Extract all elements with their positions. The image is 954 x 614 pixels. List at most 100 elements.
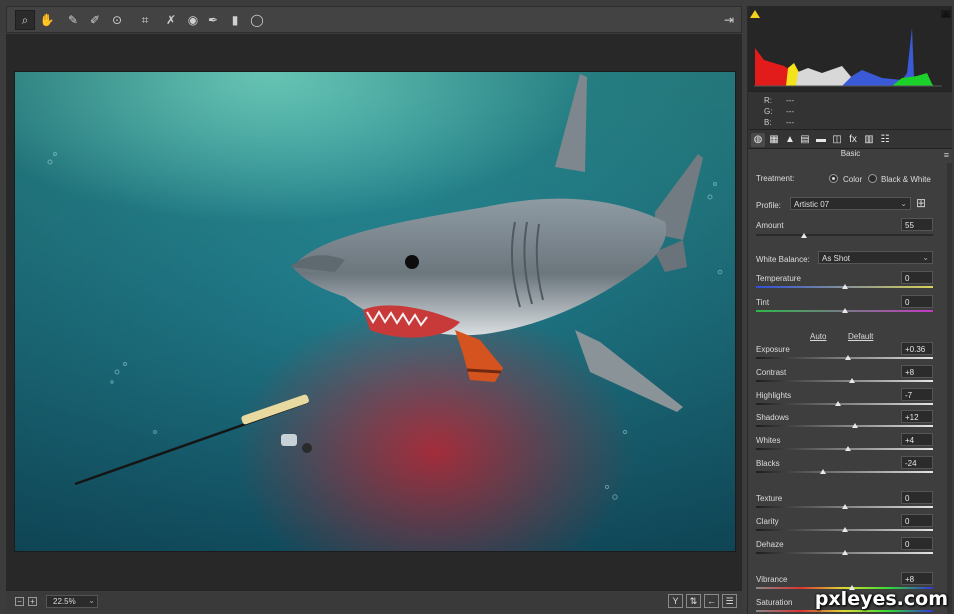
treatment-bw-label: Black & White [881,175,931,184]
saturation-label: Saturation [756,598,793,607]
radial-filter-tool[interactable]: ◯ [247,10,267,30]
amount-value[interactable]: 55 [901,218,933,231]
hand-tool[interactable]: ✋ [37,10,57,30]
contrast-label: Contrast [756,368,787,377]
texture-slider-thumb[interactable] [841,504,848,509]
tab-calibration[interactable]: ▥ [862,133,876,147]
temperature-slider-thumb[interactable] [841,284,848,289]
white-balance-select[interactable]: As Shot ⌄ [818,251,933,264]
whites-slider-thumb[interactable] [845,446,852,451]
ellipse-icon: ◯ [250,13,264,27]
watermark: pxleyes.com [814,588,948,610]
shadow-clipping-warning-icon[interactable] [750,10,760,18]
zoom-level-value: 22.5% [53,597,76,606]
tint-value[interactable]: 0 [901,295,933,308]
dehaze-label: Dehaze [756,540,784,549]
shadows-value[interactable]: +12 [901,410,933,423]
highlights-value[interactable]: -7 [901,388,933,401]
tint-slider-thumb[interactable] [841,308,848,313]
profile-value: Artistic 07 [794,200,830,209]
panel-scrollbar[interactable] [947,163,952,614]
temperature-value[interactable]: 0 [901,271,933,284]
zoom-in-button[interactable]: + [28,597,37,606]
tab-presets[interactable]: ☷ [878,133,892,147]
tab-detail[interactable]: ▲ [783,133,797,147]
b-value: --- [786,118,794,127]
chevron-down-icon: ⌄ [922,253,929,262]
blacks-slider-thumb[interactable] [820,469,827,474]
clarity-value[interactable]: 0 [901,514,933,527]
saturation-slider-track[interactable] [756,610,933,612]
brush-icon: ✒ [207,13,219,27]
tab-split-toning[interactable]: ▬ [814,133,828,147]
histogram-graph [754,28,942,87]
copy-settings-button[interactable]: ← [704,594,719,608]
mountain-icon: ▲ [785,134,795,145]
white-balance-tool[interactable]: ✎ [63,10,83,30]
adjustment-brush-tool[interactable]: ✒ [203,10,223,30]
filmstrip-icon: ▥ [864,134,874,145]
dehaze-value[interactable]: 0 [901,537,933,550]
status-bar: − + 22.5% ⌄ Y ⇅ ← ☰ [6,590,742,612]
profile-label: Profile: [756,201,781,210]
panel-menu-icon[interactable]: ≡ [944,150,949,160]
profile-select[interactable]: Artistic 07 ⌄ [790,197,911,210]
zoom-level-select[interactable]: 22.5% ⌄ [46,595,98,608]
default-button[interactable]: Default [848,332,873,341]
highlight-clipping-warning-icon[interactable] [941,10,951,18]
adjustment-panel: R: --- G: --- B: --- ◍ ▦ ▲ ▤ ▬ ◫ fx ▥ ☷ Basic ≡ Tre… [747,6,952,614]
swap-settings-button[interactable]: ⇅ [686,594,701,608]
shark-eye [405,255,419,269]
preview-preferences-button[interactable]: ☰ [722,594,737,608]
treatment-label: Treatment: [756,174,795,183]
panel-tabs: ◍ ▦ ▲ ▤ ▬ ◫ fx ▥ ☷ [748,129,952,149]
contrast-value[interactable]: +8 [901,365,933,378]
exposure-value[interactable]: +0.36 [901,342,933,355]
treatment-bw-radio[interactable] [868,174,877,183]
clarity-slider-thumb[interactable] [841,527,848,532]
blacks-value[interactable]: -24 [901,456,933,469]
auto-button[interactable]: Auto [810,332,826,341]
amount-slider-thumb[interactable] [800,233,807,238]
histogram [748,6,952,91]
zoom-tool[interactable]: ⌕ [15,10,35,30]
graduated-filter-tool[interactable]: ▮ [225,10,245,30]
contrast-slider-thumb[interactable] [848,378,855,383]
treatment-color-radio[interactable] [829,174,838,183]
color-sampler-tool[interactable]: ✐ [85,10,105,30]
exposure-slider-thumb[interactable] [844,355,851,360]
spot-removal-icon: ✗ [165,13,177,27]
whites-value[interactable]: +4 [901,433,933,446]
whites-label: Whites [756,436,781,445]
shadows-slider-track[interactable] [756,425,933,427]
tab-tone-curve[interactable]: ▦ [767,133,781,147]
fx-icon: fx [849,134,857,145]
tint-label: Tint [756,298,770,307]
contrast-slider-track[interactable] [756,380,933,382]
basic-panel-content: Treatment: Color Black & White Profile: Arti… [748,163,948,614]
photo-artwork [15,72,735,551]
open-image-button[interactable]: ⇥ [719,10,739,30]
before-after-toggle-button[interactable]: Y [668,594,683,608]
photo-preview[interactable] [14,71,736,552]
red-eye-tool[interactable]: ◉ [183,10,203,30]
highlights-slider-track[interactable] [756,403,933,405]
tab-lens[interactable]: ◫ [830,133,844,147]
crop-tool[interactable]: ⌗ [135,10,155,30]
profile-browser-grid-icon[interactable]: ⊞ [916,196,926,210]
shadows-slider-thumb[interactable] [852,423,859,428]
targeted-adjustment-tool[interactable]: ⊙ [107,10,127,30]
blacks-slider-track[interactable] [756,471,933,473]
zoom-out-button[interactable]: − [15,597,24,606]
tab-basic[interactable]: ◍ [751,133,765,147]
spot-removal-tool[interactable]: ✗ [161,10,181,30]
hsl-icon: ▤ [800,134,810,145]
dehaze-slider-thumb[interactable] [841,550,848,555]
vibrance-value[interactable]: +8 [901,572,933,585]
highlights-slider-thumb[interactable] [835,401,842,406]
amount-slider-track[interactable] [756,234,933,236]
aperture-icon: ◍ [753,134,763,145]
tab-hsl[interactable]: ▤ [798,133,812,147]
texture-value[interactable]: 0 [901,491,933,504]
tab-effects[interactable]: fx [846,133,860,147]
